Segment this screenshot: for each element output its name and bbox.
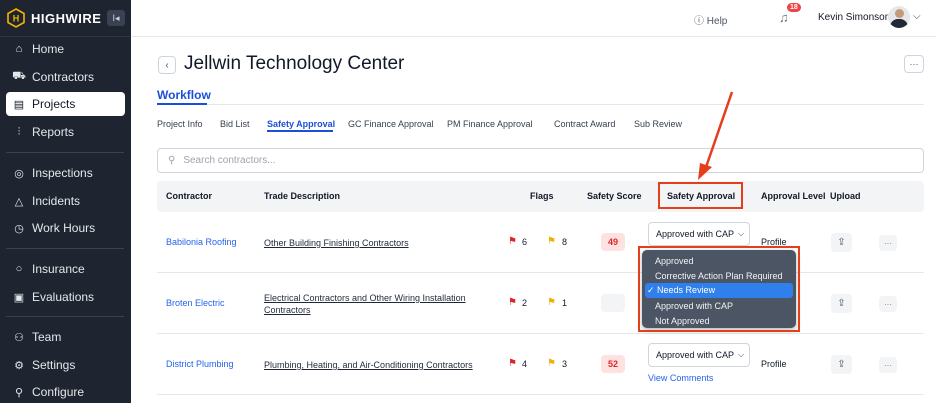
annotation-arrow (698, 91, 734, 180)
